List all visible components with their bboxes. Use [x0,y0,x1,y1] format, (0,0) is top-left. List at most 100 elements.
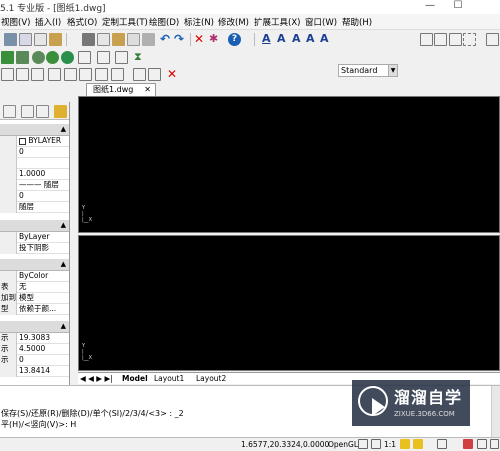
orbit-icon[interactable] [32,51,45,64]
lock-icon[interactable] [463,439,473,449]
viewport-top[interactable]: Y | |__X [78,96,500,233]
layer-icon[interactable] [1,68,14,81]
layer-off-icon[interactable] [95,68,108,81]
close-icon[interactable]: ✕ [167,68,180,81]
cut-icon[interactable] [82,33,95,46]
prop-plot-table[interactable]: 表无 [0,282,69,293]
section-plot-header[interactable]: ▲ [0,259,69,271]
customize-icon[interactable] [490,439,499,449]
layer-isolate-icon[interactable] [48,68,61,81]
workspace-icon[interactable] [437,439,447,449]
prop-table-type[interactable]: 型依赖于颜... [0,304,69,315]
purge-icon[interactable]: ✱ [209,33,222,46]
edit-text-icon[interactable]: A [292,33,305,46]
match-properties-icon[interactable] [142,33,155,46]
annotation-scale[interactable]: 1:1 [384,440,396,449]
prop-height[interactable]: 13.8414 [0,366,69,377]
menu-help[interactable]: 帮助(H) [342,16,372,28]
auto-scale-icon[interactable] [413,439,423,449]
tab-drawing1[interactable]: 图纸1.dwg ✕ [86,83,156,96]
filter-icon[interactable]: ⧗ [134,51,147,64]
prop-color[interactable]: BYLAYER [0,136,69,147]
prop-plotstyle[interactable]: 随层 [0,202,69,213]
pan-icon[interactable] [16,51,29,64]
menu-insert[interactable]: 插入(I) [35,16,61,28]
text-style-select[interactable]: Standard ▼ [338,64,398,77]
help-icon[interactable]: ? [228,33,241,46]
zoom-icon[interactable] [1,51,14,64]
prop-material[interactable]: ByLayer [0,232,69,243]
find-text-icon[interactable]: A [306,33,319,46]
attribute-icon[interactable] [449,33,462,46]
tab-layout2[interactable]: Layout2 [196,374,226,383]
viewport-bottom[interactable]: Y | |__X [78,235,500,371]
menu-tools[interactable]: 定制工具(T) [102,16,148,28]
annotation-visibility-icon[interactable] [400,439,410,449]
section-view-header[interactable]: ▲ [0,321,69,333]
viewport-icon[interactable] [115,51,128,64]
text-style-icon[interactable]: A [262,33,275,46]
properties-icon[interactable] [54,105,67,118]
menu-extend[interactable]: 扩展工具(X) [254,16,300,28]
layer-match-icon[interactable] [31,68,44,81]
prop-attached-to[interactable]: 加到 模型 [0,293,69,304]
copy-icon[interactable] [97,33,110,46]
prop-blank[interactable] [0,158,69,169]
section-3d-header[interactable]: ▲ [0,220,69,232]
insert-block-icon[interactable] [434,33,447,46]
tab-model[interactable]: Model [122,374,148,383]
group-icon[interactable] [486,33,499,46]
spell-icon[interactable] [49,33,62,46]
fullscreen-icon[interactable] [477,439,487,449]
redo-icon[interactable]: ↷ [174,33,187,46]
save-icon[interactable] [4,33,17,46]
undo-icon[interactable]: ↶ [160,33,173,46]
print-preview-icon[interactable] [19,33,32,46]
paste-icon[interactable] [112,33,125,46]
layer-delete-icon[interactable] [148,68,161,81]
quick-select-icon[interactable] [3,105,16,118]
prop-shadow[interactable]: 投下阴影 [0,243,69,254]
menu-modify[interactable]: 修改(M) [218,16,249,28]
menu-format[interactable]: 格式(O) [67,16,97,28]
xref-icon[interactable] [463,33,476,46]
text-icon[interactable]: A [277,33,290,46]
ucs-icon[interactable] [97,51,110,64]
layout-nav-buttons[interactable]: ◀ ◀ ▶ ▶| [80,374,113,383]
layer-previous-icon[interactable] [16,68,29,81]
prop-ltscale[interactable]: 1.0000 [0,169,69,180]
layer-lock-icon[interactable] [79,68,92,81]
menu-window[interactable]: 窗口(W) [305,16,337,28]
layer-freeze-icon[interactable] [64,68,77,81]
clipboard-icon[interactable] [127,33,140,46]
maximize-button[interactable]: ☐ [444,0,472,14]
chevron-down-icon[interactable]: ▼ [388,65,397,76]
layer-merge-icon[interactable] [133,68,146,81]
prop-thickness[interactable]: 0 [0,191,69,202]
tab-layout1[interactable]: Layout1 [154,374,184,383]
model-space-icon[interactable] [358,439,368,449]
print-icon[interactable] [34,33,47,46]
delete-icon[interactable]: ✕ [194,33,207,46]
prop-center-y[interactable]: 示 4.5000 [0,344,69,355]
prop-layer[interactable]: 0 [0,147,69,158]
layer-walk-icon[interactable] [111,68,124,81]
toggle-pickadd-icon[interactable] [36,105,49,118]
menu-dimension[interactable]: 标注(N) [184,16,214,28]
block-icon[interactable] [420,33,433,46]
prop-center-z[interactable]: 示0 [0,355,69,366]
named-view-icon[interactable] [78,51,91,64]
view-icon[interactable] [46,51,59,64]
menu-draw[interactable]: 绘图(D) [149,16,179,28]
select-objects-icon[interactable] [21,105,34,118]
command-scrollbar[interactable] [491,386,500,438]
prop-center-x[interactable]: 示 19.3083 [0,333,69,344]
close-tab-icon[interactable]: ✕ [144,84,151,95]
minimize-button[interactable]: — [416,0,444,14]
scale-text-icon[interactable]: A [320,33,333,46]
section-general-header[interactable]: ▲ [0,124,69,136]
command-prompt-line[interactable]: 平(H)/<竖向(V)>: H [1,419,76,430]
viewport-scale-icon[interactable] [371,439,381,449]
prop-plot-style[interactable]: ByColor [0,271,69,282]
prop-lineweight[interactable]: ——— 随层 [0,180,69,191]
